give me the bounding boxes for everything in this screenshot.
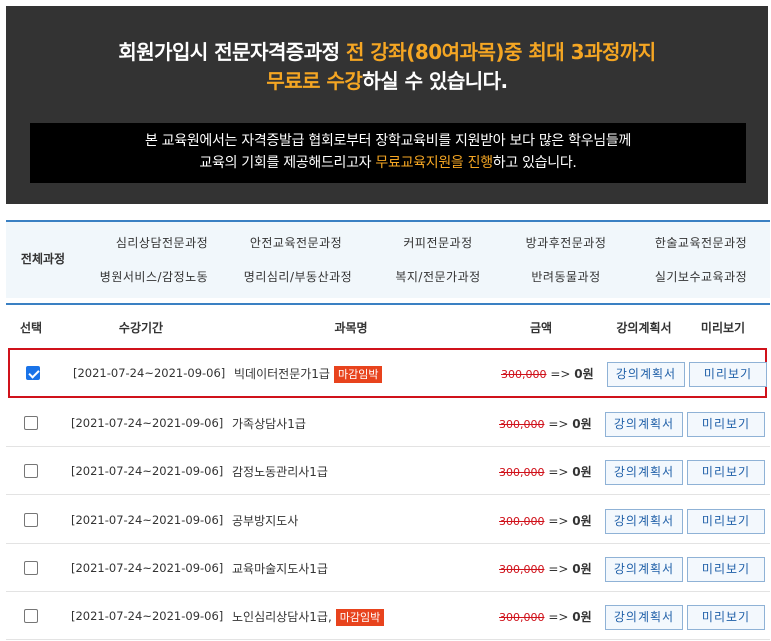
row-course-name: 교육마술지도사1급 xyxy=(232,562,328,576)
header-select: 선택 xyxy=(19,321,43,335)
row-new-price: 0원 xyxy=(574,367,594,381)
lecture-plan-button[interactable]: 강의계획서 xyxy=(607,362,685,387)
row-course: 가족상담사1급 xyxy=(232,415,306,432)
row-course-name: 공부방지도사 xyxy=(232,514,299,528)
lecture-plan-button[interactable]: 강의계획서 xyxy=(605,412,683,437)
row-period: [2021-07-24~2021-09-06] xyxy=(71,416,224,430)
table-row: [2021-07-24~2021-09-06] 감정노동관리사1급 300,000 … xyxy=(6,447,770,495)
banner-line2-text: 하실 수 있습니다. xyxy=(362,69,508,93)
header-price: 금액 xyxy=(529,321,553,335)
row-course: 감정노동관리사1급 xyxy=(232,463,328,480)
row-period: [2021-07-24~2021-09-06] xyxy=(73,366,226,380)
table-row: [2021-07-24~2021-09-06] 교육마술지도사1급 300,000 … xyxy=(6,544,770,592)
row-price-arrow: => xyxy=(548,610,569,624)
row-course-name: 노인심리상담사1급, xyxy=(232,610,332,624)
notice-line2-end: 하고 있습니다. xyxy=(492,155,577,171)
notice-line1: 본 교육원에서는 자격증발급 협회로부터 장학교육비를 지원받아 보다 많은 학… xyxy=(144,133,632,149)
banner-line1-highlight: 전 강좌(80여과목)중 최대 3과정까지 xyxy=(346,40,656,64)
category-item[interactable]: 실기보수교육과정 xyxy=(631,268,771,285)
row-old-price: 300,000 xyxy=(499,418,545,431)
category-item[interactable]: 명리심리/부동산과정 xyxy=(228,268,368,285)
header-course: 과목명 xyxy=(334,321,368,335)
category-all[interactable]: 전체과정 xyxy=(6,222,80,298)
row-course-name: 감정노동관리사1급 xyxy=(232,465,328,479)
lecture-plan-button[interactable]: 강의계획서 xyxy=(605,605,683,630)
row-price: 300,000 => 0원 xyxy=(499,415,592,432)
notice-box: 본 교육원에서는 자격증발급 협회로부터 장학교육비를 지원받아 보다 많은 학… xyxy=(30,123,746,183)
preview-button[interactable]: 미리보기 xyxy=(687,557,765,582)
preview-button[interactable]: 미리보기 xyxy=(689,362,767,387)
row-old-price: 300,000 xyxy=(499,563,545,576)
category-item[interactable]: 복지/전문가과정 xyxy=(368,268,508,285)
row-price-arrow: => xyxy=(548,562,569,576)
banner-title: 회원가입시 전문자격증과정 전 강좌(80여과목)중 최대 3과정까지 무료로 … xyxy=(6,38,768,96)
row-new-price: 0원 xyxy=(572,610,592,624)
row-new-price: 0원 xyxy=(572,465,592,479)
row-price-arrow: => xyxy=(548,465,569,479)
row-course: 빅데이터전문가1급 마감임박 xyxy=(234,365,383,383)
category-item[interactable]: 심리상담전문과정 xyxy=(92,234,232,251)
banner-line1-text: 회원가입시 전문자격증과정 xyxy=(118,40,347,64)
table-row: [2021-07-24~2021-09-06] 노인심리상담사1급, 마감임박 300… xyxy=(6,592,770,640)
row-checkbox[interactable] xyxy=(24,561,38,575)
table-header: 선택 수강기간 과목명 금액 강의계획서 미리보기 xyxy=(6,305,770,347)
row-checkbox[interactable] xyxy=(24,513,38,527)
preview-button[interactable]: 미리보기 xyxy=(687,605,765,630)
row-price: 300,000 => 0원 xyxy=(501,365,594,382)
row-course-name: 가족상담사1급 xyxy=(232,417,306,431)
category-item[interactable]: 커피전문과정 xyxy=(368,234,508,251)
header-period: 수강기간 xyxy=(118,321,164,335)
row-new-price: 0원 xyxy=(572,562,592,576)
row-new-price: 0원 xyxy=(572,514,592,528)
lecture-plan-button[interactable]: 강의계획서 xyxy=(605,509,683,534)
deadline-badge: 마감임박 xyxy=(335,609,385,626)
row-price: 300,000 => 0원 xyxy=(499,463,592,480)
row-course-name: 빅데이터전문가1급 xyxy=(234,367,330,381)
category-item[interactable]: 반려동물과정 xyxy=(496,268,636,285)
row-course: 노인심리상담사1급, 마감임박 xyxy=(232,608,385,626)
row-checkbox[interactable] xyxy=(26,366,40,380)
banner-line2-highlight: 무료로 수강 xyxy=(266,69,363,93)
lecture-plan-button[interactable]: 강의계획서 xyxy=(605,557,683,582)
header-preview: 미리보기 xyxy=(700,321,746,335)
category-item[interactable]: 한술교육전문과정 xyxy=(631,234,771,251)
row-period: [2021-07-24~2021-09-06] xyxy=(71,609,224,623)
row-old-price: 300,000 xyxy=(499,466,545,479)
row-price-arrow: => xyxy=(548,514,569,528)
row-period: [2021-07-24~2021-09-06] xyxy=(71,513,224,527)
preview-button[interactable]: 미리보기 xyxy=(687,460,765,485)
category-item[interactable]: 안전교육전문과정 xyxy=(226,234,366,251)
row-old-price: 300,000 xyxy=(499,515,545,528)
row-price: 300,000 => 0원 xyxy=(499,608,592,625)
notice-line2-text: 교육의 기회를 제공해드리고자 xyxy=(199,155,376,171)
preview-button[interactable]: 미리보기 xyxy=(687,412,765,437)
row-checkbox[interactable] xyxy=(24,416,38,430)
row-checkbox[interactable] xyxy=(24,609,38,623)
row-course: 공부방지도사 xyxy=(232,512,298,529)
row-price: 300,000 => 0원 xyxy=(499,512,592,529)
row-period: [2021-07-24~2021-09-06] xyxy=(71,561,224,575)
category-filter: 전체과정 심리상담전문과정 안전교육전문과정 커피전문과정 방과후전문과정 한술… xyxy=(6,220,770,298)
deadline-badge: 마감임박 xyxy=(333,366,383,383)
row-checkbox[interactable] xyxy=(24,464,38,478)
lecture-plan-button[interactable]: 강의계획서 xyxy=(605,460,683,485)
category-item[interactable]: 방과후전문과정 xyxy=(496,234,636,251)
row-period: [2021-07-24~2021-09-06] xyxy=(71,464,224,478)
promo-banner: 회원가입시 전문자격증과정 전 강좌(80여과목)중 최대 3과정까지 무료로 … xyxy=(6,6,768,204)
row-price-arrow: => xyxy=(550,367,571,381)
row-old-price: 300,000 xyxy=(501,368,547,381)
row-price: 300,000 => 0원 xyxy=(499,560,592,577)
preview-button[interactable]: 미리보기 xyxy=(687,509,765,534)
category-item[interactable]: 병원서비스/감정노동 xyxy=(84,268,224,285)
row-course: 교육마술지도사1급 xyxy=(232,560,328,577)
table-row: [2021-07-24~2021-09-06] 빅데이터전문가1급 마감임박 300,… xyxy=(8,348,767,398)
notice-line2-highlight: 무료교육지원을 진행 xyxy=(375,155,493,171)
table-row: [2021-07-24~2021-09-06] 공부방지도사 300,000 => … xyxy=(6,496,770,544)
row-new-price: 0원 xyxy=(572,417,592,431)
row-price-arrow: => xyxy=(548,417,569,431)
header-plan: 강의계획서 xyxy=(616,321,672,335)
table-row: [2021-07-24~2021-09-06] 가족상담사1급 300,000 =>… xyxy=(6,399,770,447)
row-old-price: 300,000 xyxy=(499,611,545,624)
